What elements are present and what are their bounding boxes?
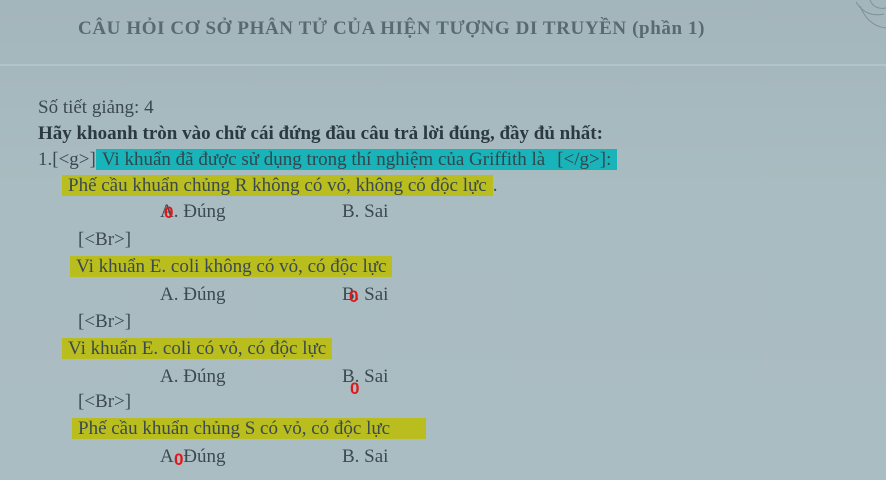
statement-1: Phế cầu khuẩn chủng R không có vỏ, không… bbox=[62, 175, 497, 197]
statement-3-text: Vi khuẩn E. coli có vỏ, có độc lực bbox=[62, 338, 333, 359]
statement-3-option-b[interactable]: B. Sai bbox=[342, 366, 388, 388]
statement-3-option-a[interactable]: A. Đúng bbox=[160, 366, 225, 388]
document-title: CÂU HỎI CƠ SỞ PHÂN TỬ CỦA HIỆN TƯỢNG DI … bbox=[78, 18, 706, 39]
statement-4-option-b[interactable]: B. Sai bbox=[342, 446, 388, 468]
statement-3: Vi khuẩn E. coli có vỏ, có độc lực bbox=[62, 338, 333, 360]
leaf-decoration-icon bbox=[855, 0, 886, 29]
answer-mark-1: 0 bbox=[164, 203, 174, 222]
separator-3: [<Br>] bbox=[78, 391, 132, 412]
statement-4: Phế cầu khuẩn chủng S có vỏ, có độc lực bbox=[72, 418, 427, 440]
statement-1-text: Phế cầu khuẩn chủng R không có vỏ, không… bbox=[62, 175, 493, 196]
statement-4-text: Phế cầu khuẩn chủng S có vỏ, có độc lực bbox=[72, 418, 427, 439]
answer-mark-3: 0 bbox=[350, 379, 360, 398]
question-text: Vi khuẩn đã được sử dụng trong thí nghiệ… bbox=[95, 149, 552, 170]
separator-1: [<Br>] bbox=[78, 229, 132, 250]
paper-fold-line bbox=[0, 64, 886, 66]
lesson-hours: Số tiết giảng: 4 bbox=[38, 97, 154, 118]
statement-2: Vi khuẩn E. coli không có vỏ, có độc lực bbox=[70, 256, 393, 278]
statement-1-suffix: . bbox=[492, 175, 498, 196]
answer-mark-2: 0 bbox=[349, 287, 359, 306]
paper-sheet bbox=[0, 0, 886, 480]
answer-mark-4: 0 bbox=[174, 450, 184, 469]
statement-4-option-a[interactable]: A. Đúng bbox=[160, 446, 225, 468]
separator-2: [<Br>] bbox=[78, 311, 132, 332]
tag-close: [</g>]: bbox=[551, 149, 618, 170]
statement-2-text: Vi khuẩn E. coli không có vỏ, có độc lực bbox=[70, 256, 393, 277]
instruction-text: Hãy khoanh tròn vào chữ cái đứng đầu câu… bbox=[38, 123, 603, 144]
statement-1-option-b[interactable]: B. Sai bbox=[342, 201, 388, 223]
question-1: 1.[<g>] Vi khuẩn đã được sử dụng trong th… bbox=[38, 149, 618, 171]
statement-2-option-a[interactable]: A. Đúng bbox=[160, 284, 225, 306]
question-number: 1. bbox=[38, 149, 53, 170]
tag-open: [<g>] bbox=[52, 149, 96, 170]
